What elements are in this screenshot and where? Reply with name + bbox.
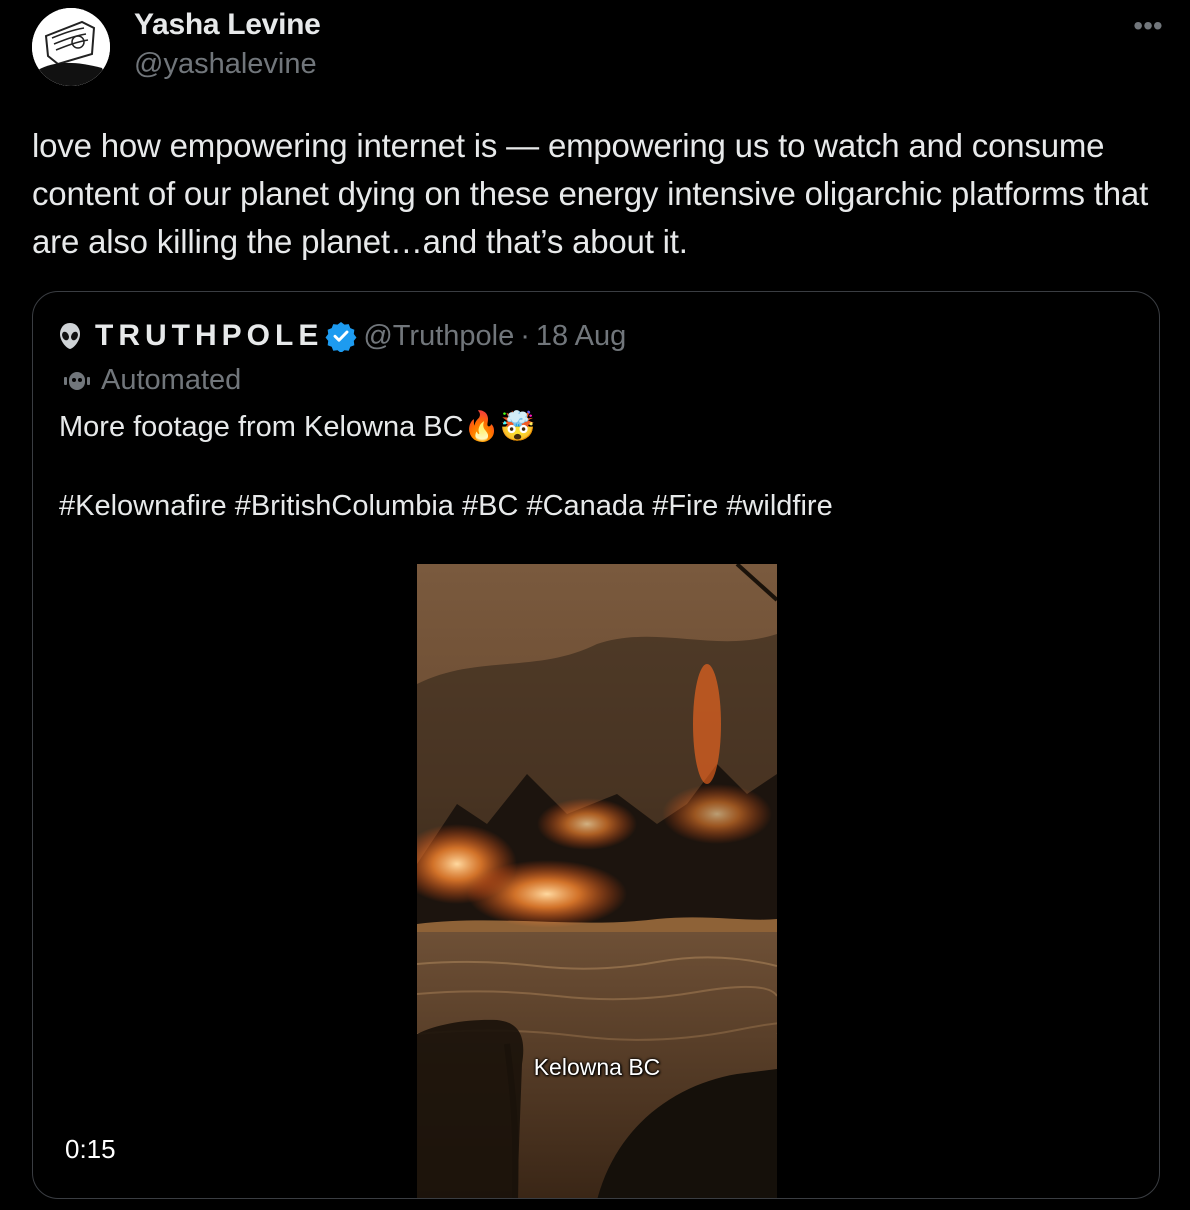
verified-badge-icon [325,322,357,352]
automated-label: Automated [63,364,241,397]
video-thumbnail [417,564,777,1198]
video-player[interactable]: Kelowna BC [417,564,777,1198]
quoted-author-handle[interactable]: @Truthpole [363,320,514,353]
automated-text: Automated [101,364,242,396]
alien-avatar-icon[interactable] [59,322,81,350]
meta-separator: · [520,319,530,352]
more-options-button[interactable]: ••• [1128,10,1168,42]
quoted-tweet-header: TRUTHPOLE @Truthpole · 18 Aug [59,316,626,356]
tweet-text: love how empowering internet is — empowe… [32,127,1149,260]
quoted-tweet-text: More footage from Kelowna BC🔥🤯 [59,411,536,443]
video-caption: Kelowna BC [533,1054,661,1080]
quoted-tweet-date[interactable]: 18 Aug [536,320,626,353]
quoted-author-name[interactable]: TRUTHPOLE [95,319,323,353]
author-avatar[interactable] [32,8,110,86]
bot-icon [64,371,90,390]
quoted-tweet-hashtags[interactable]: #Kelownafire #BritishColumbia #BC #Canad… [59,490,833,523]
author-handle[interactable]: @yashalevine [134,48,317,81]
author-name[interactable]: Yasha Levine [134,8,321,42]
quoted-tweet[interactable]: TRUTHPOLE @Truthpole · 18 Aug Automated … [32,291,1160,1199]
video-duration: 0:15 [65,1134,116,1164]
more-horizontal-icon: ••• [1133,10,1163,41]
